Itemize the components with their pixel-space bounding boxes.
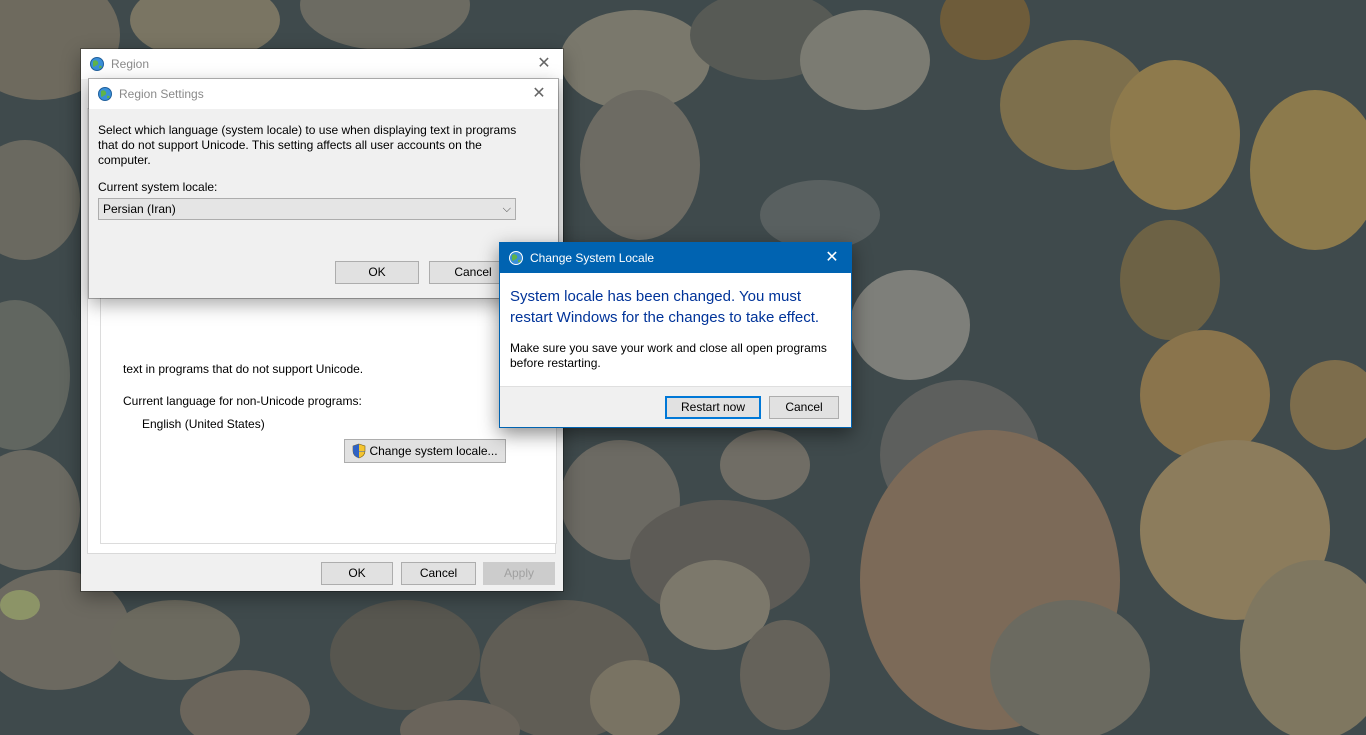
selected-locale: Persian (Iran) — [103, 202, 176, 216]
region-settings-ok-button[interactable]: OK — [335, 261, 419, 284]
restart-instruction: System locale has been changed. You must… — [510, 288, 820, 326]
system-locale-select[interactable]: Persian (Iran) ⌵ — [98, 198, 516, 220]
restart-content: Make sure you save your work and close a… — [510, 341, 827, 370]
globe-icon — [97, 86, 113, 102]
region-ok-button[interactable]: OK — [321, 562, 393, 585]
non-unicode-description: text in programs that do not support Uni… — [123, 362, 364, 376]
non-unicode-group: text in programs that do not support Uni… — [100, 279, 557, 544]
region-settings-window: Region Settings ✕ Select which language … — [89, 79, 558, 298]
close-icon[interactable]: ✕ — [817, 243, 847, 273]
region-titlebar: Region ✕ — [81, 49, 563, 79]
change-system-locale-label: Change system locale... — [369, 443, 498, 458]
change-system-locale-titlebar: Change System Locale ✕ — [500, 243, 851, 273]
uac-shield-icon — [352, 443, 366, 459]
change-system-locale-title: Change System Locale — [530, 251, 655, 265]
system-locale-description: Select which language (system locale) to… — [98, 123, 517, 167]
region-cancel-button[interactable]: Cancel — [401, 562, 476, 585]
current-language-value: English (United States) — [142, 417, 265, 431]
region-settings-titlebar: Region Settings ✕ — [89, 79, 558, 109]
dialog-cancel-button[interactable]: Cancel — [769, 396, 839, 419]
region-apply-button[interactable]: Apply — [483, 562, 555, 585]
region-settings-title: Region Settings — [119, 87, 204, 101]
globe-icon — [89, 56, 105, 72]
change-system-locale-dialog: Change System Locale ✕ System locale has… — [499, 242, 852, 428]
region-title: Region — [111, 57, 150, 71]
chevron-down-icon: ⌵ — [502, 203, 511, 215]
current-language-label: Current language for non-Unicode program… — [123, 394, 362, 408]
current-system-locale-label: Current system locale: — [98, 180, 218, 194]
dialog-footer: Restart now Cancel — [500, 386, 851, 427]
restart-now-button[interactable]: Restart now — [665, 396, 761, 419]
close-icon[interactable]: ✕ — [524, 79, 554, 109]
globe-icon — [508, 250, 524, 266]
close-icon[interactable]: ✕ — [529, 49, 559, 79]
change-system-locale-button[interactable]: Change system locale... — [344, 439, 506, 463]
